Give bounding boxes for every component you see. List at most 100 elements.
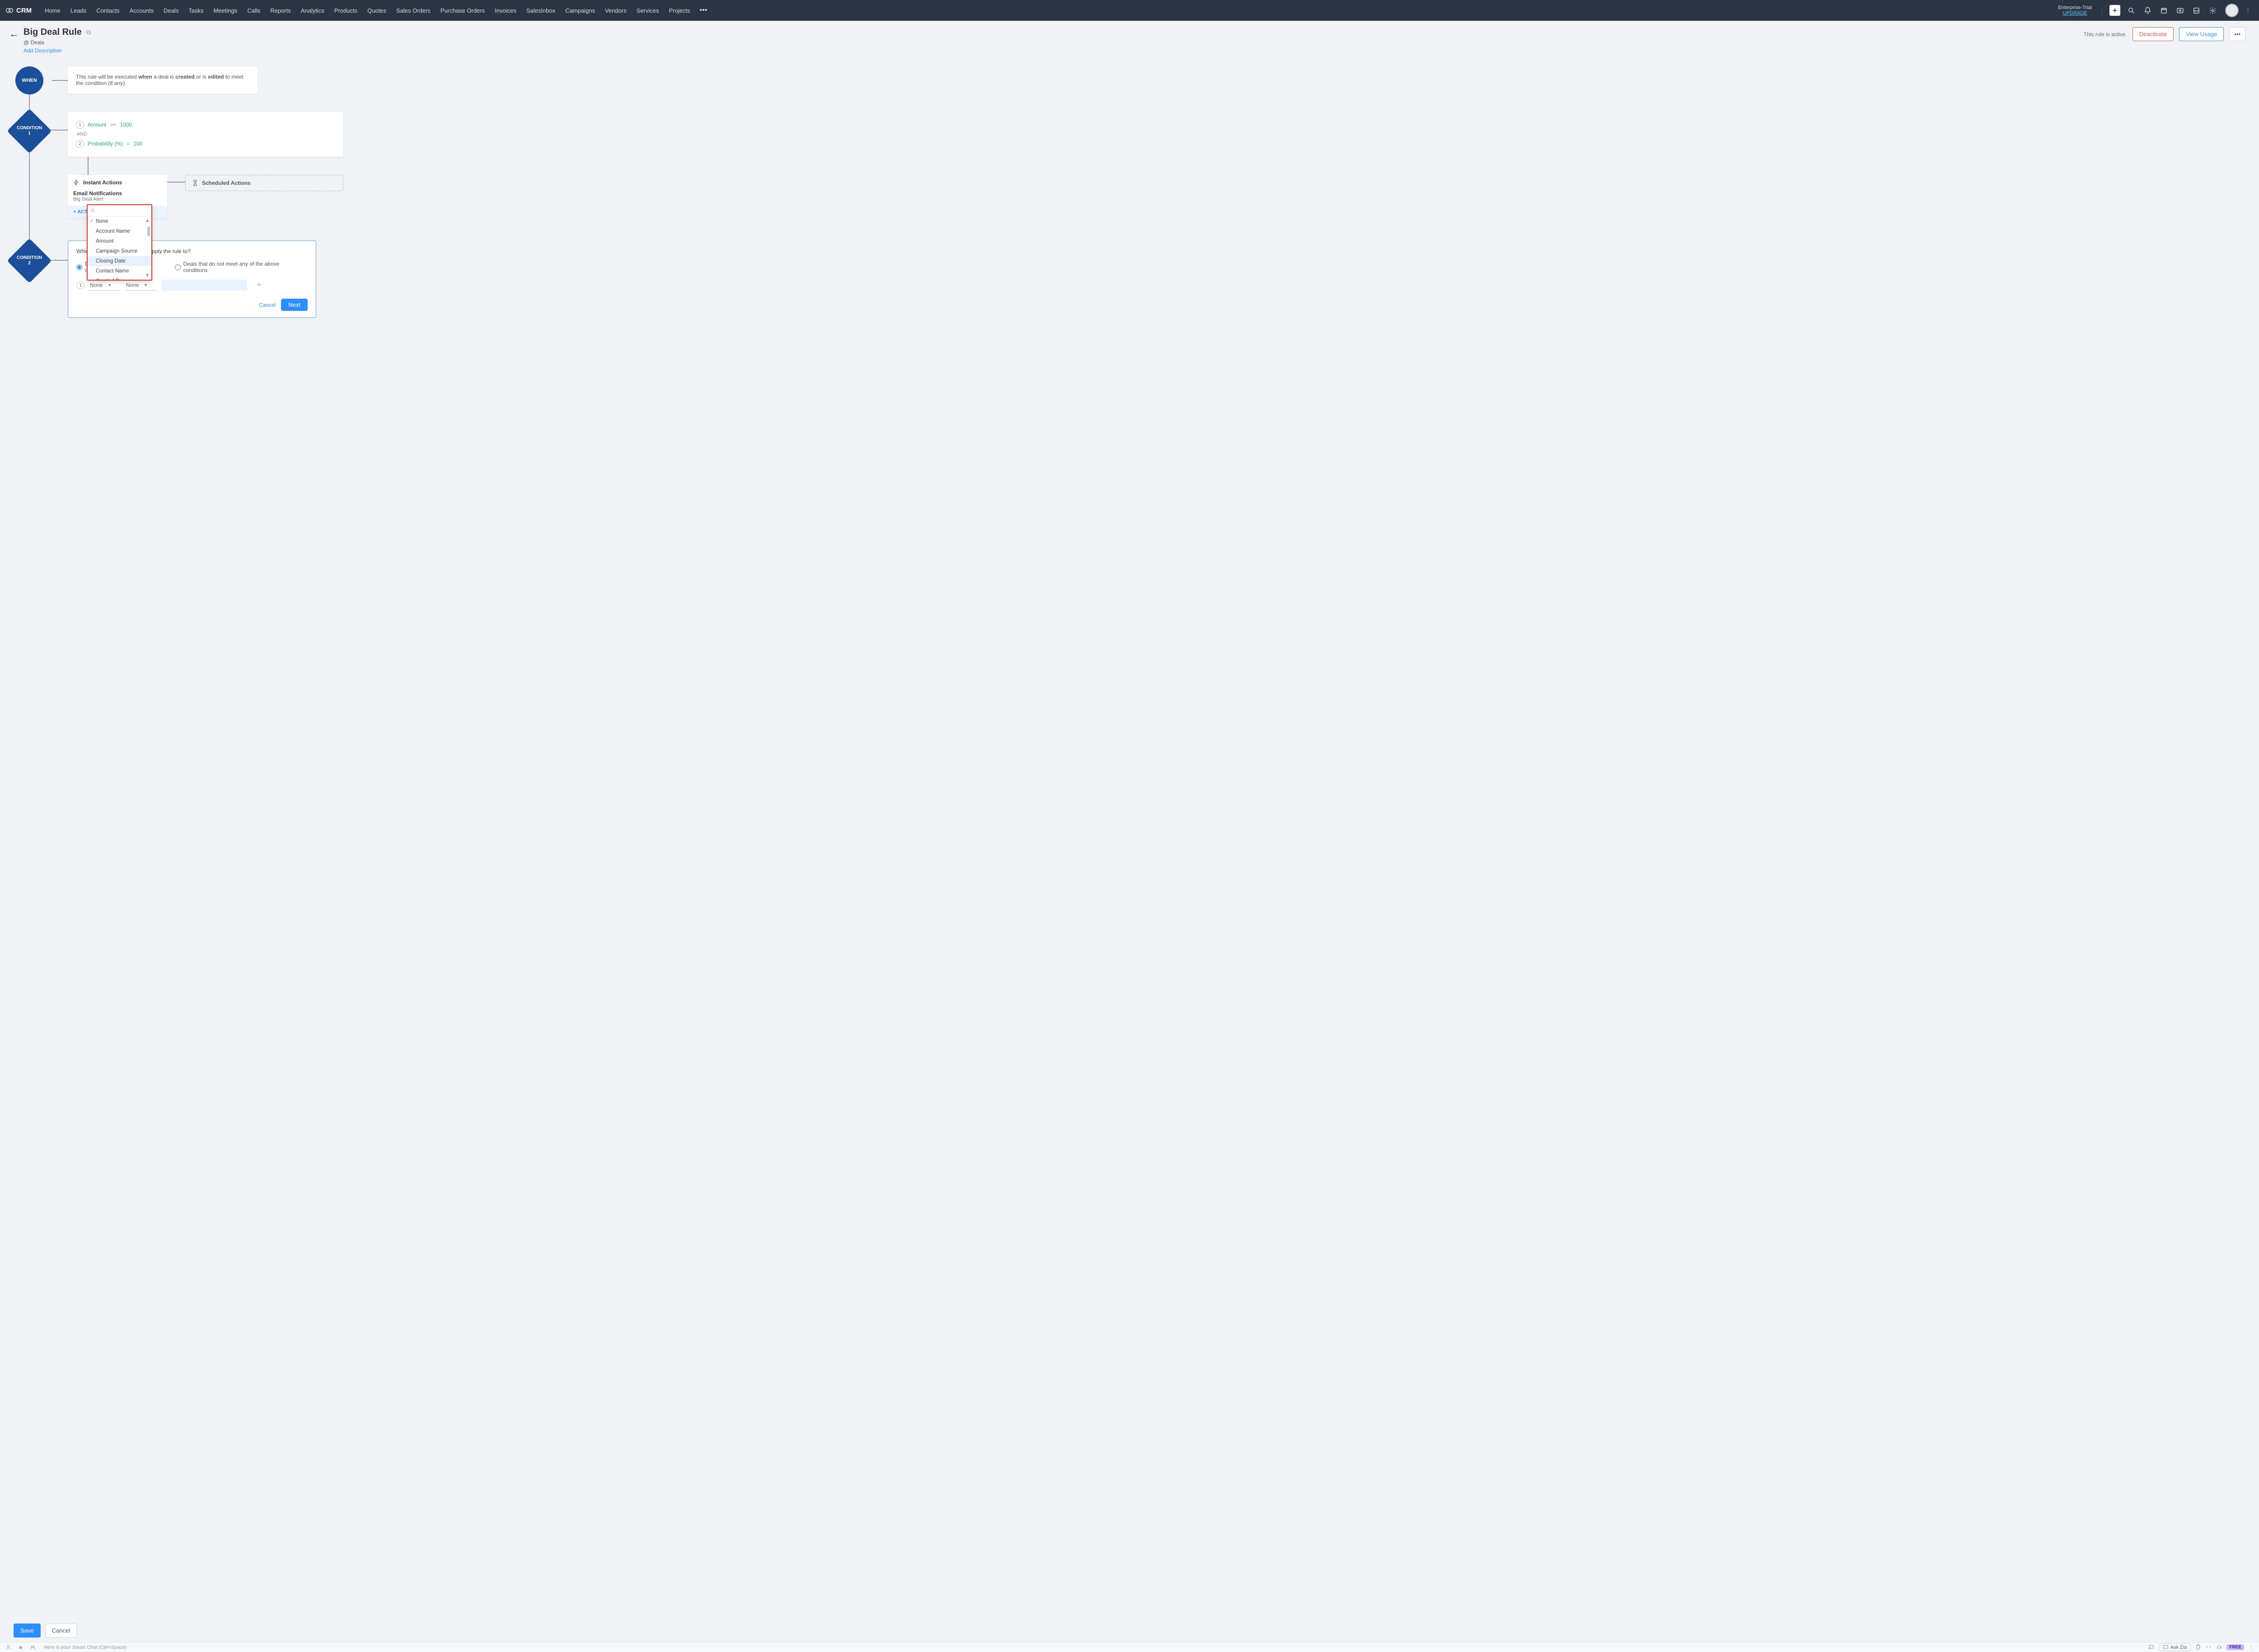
ask-zia-button[interactable]: Ask Zia — [2159, 1643, 2191, 1651]
person-icon[interactable] — [5, 1644, 11, 1650]
dropdown-item-label: Created By — [96, 278, 122, 280]
nav-item-leads[interactable]: Leads — [66, 0, 91, 21]
dropdown-item-created-by[interactable]: Created By — [88, 276, 151, 280]
radio-notmeet-input[interactable] — [175, 264, 181, 270]
dropdown-item-account-name[interactable]: Account Name — [88, 226, 151, 236]
add-description-link[interactable]: Add Description — [23, 47, 91, 54]
nav-item-accounts[interactable]: Accounts — [125, 0, 159, 21]
radio-notmeet[interactable]: Deals that do not meet any of the above … — [175, 261, 295, 273]
status-icons-left — [5, 1644, 36, 1650]
arrows-icon[interactable] — [2206, 1644, 2212, 1650]
cond1-label1: CONDITION — [17, 126, 42, 131]
dropdown-item-closing-date[interactable]: Closing Date — [88, 256, 151, 266]
calendar-icon[interactable] — [2157, 4, 2170, 17]
radio-notmeet-label: Deals that do not meet any of the above … — [183, 261, 295, 273]
chat-icon[interactable] — [2148, 1644, 2154, 1650]
headset-icon[interactable] — [2216, 1644, 2222, 1650]
nav-item-reports[interactable]: Reports — [265, 0, 296, 21]
workflow-canvas: WHEN This rule will be executed when a d… — [14, 62, 2245, 333]
instant-title: Instant Actions — [83, 179, 122, 186]
gear-icon[interactable] — [2206, 4, 2219, 17]
view-usage-button[interactable]: View Usage — [2179, 27, 2224, 41]
topbar-left: CRM HomeLeadsContactsAccountsDealsTasksM… — [5, 0, 712, 21]
cond-field: Probability (%) — [88, 141, 123, 147]
dropdown-item-label: Closing Date — [96, 258, 126, 264]
nav-item-products[interactable]: Products — [329, 0, 362, 21]
nav-item-tasks[interactable]: Tasks — [183, 0, 208, 21]
topbar-kebab-icon[interactable]: ⋮ — [2242, 7, 2254, 14]
nav-item-calls[interactable]: Calls — [242, 0, 265, 21]
nav-item-sales-orders[interactable]: Sales Orders — [391, 0, 436, 21]
cancel-button[interactable]: Cancel — [45, 1624, 77, 1638]
statusbar-kebab-icon[interactable]: ⋮ — [2249, 1644, 2254, 1650]
add-button[interactable] — [2109, 4, 2121, 17]
nav-item-quotes[interactable]: Quotes — [362, 0, 391, 21]
cond2-next-button[interactable]: Next — [281, 299, 308, 311]
header-more-button[interactable]: ••• — [2229, 27, 2245, 41]
when-mid1: a deal is — [152, 74, 175, 80]
module-line: @ Deals — [23, 39, 91, 46]
nav-item-projects[interactable]: Projects — [664, 0, 695, 21]
group-icon[interactable] — [30, 1644, 36, 1650]
instant-sub1: Email Notifications — [73, 190, 162, 197]
criteria-op-select[interactable]: None ▼ — [125, 280, 157, 291]
nav-more-icon[interactable]: ••• — [695, 6, 712, 14]
module-prefix: @ — [23, 39, 29, 46]
nav-item-deals[interactable]: Deals — [159, 0, 183, 21]
dropdown-item-amount[interactable]: Amount — [88, 236, 151, 246]
nav-item-meetings[interactable]: Meetings — [209, 0, 243, 21]
title-block: Big Deal Rule ⧉ @ Deals Add Description — [23, 27, 91, 54]
when-node[interactable]: WHEN — [15, 66, 43, 94]
dropdown-item-campaign-source[interactable]: Campaign Source — [88, 246, 151, 256]
condition1-node[interactable]: CONDITION1 — [7, 109, 52, 154]
popout-icon[interactable]: ⧉ — [86, 28, 91, 36]
connector-line — [167, 182, 185, 183]
add-criteria-icon[interactable]: + — [257, 281, 261, 289]
dropdown-list: ▲ ▼ ✓NoneAccount NameAmountCampaign Sour… — [88, 216, 151, 280]
lightning-icon — [73, 179, 80, 186]
criteria-value-input[interactable] — [161, 280, 247, 291]
cond2-cancel-link[interactable]: Cancel — [259, 302, 276, 308]
cond1-row-1: 1 Amount >= 1000 — [76, 121, 335, 129]
nav-item-contacts[interactable]: Contacts — [91, 0, 124, 21]
search-icon[interactable] — [2125, 4, 2137, 17]
free-badge[interactable]: FREE — [2226, 1644, 2244, 1650]
back-arrow-icon[interactable]: ← — [9, 28, 19, 40]
brand-logo-icon — [5, 6, 14, 14]
radio-matching-input[interactable] — [76, 264, 82, 270]
dropdown-item-label: Account Name — [96, 229, 130, 234]
nav-item-salesinbox[interactable]: SalesInbox — [521, 0, 560, 21]
dropdown-search-input[interactable] — [95, 207, 149, 214]
when-card[interactable]: This rule will be executed when a deal i… — [68, 66, 258, 94]
deactivate-button[interactable]: Deactivate — [2132, 27, 2174, 41]
title-row: Big Deal Rule ⧉ — [23, 27, 91, 38]
nav-item-invoices[interactable]: Invoices — [490, 0, 521, 21]
bell-icon[interactable] — [2141, 4, 2154, 17]
dropdown-item-none[interactable]: ✓None — [88, 216, 151, 226]
nav-item-campaigns[interactable]: Campaigns — [560, 0, 600, 21]
criteria-field-select[interactable]: None ▼ — [89, 280, 121, 291]
nav-item-vendors[interactable]: Vendors — [600, 0, 632, 21]
clock-icon[interactable] — [2174, 4, 2186, 17]
cond1-row-2: 2 Probability (%) = 100 — [76, 140, 335, 148]
save-button[interactable]: Save — [14, 1624, 41, 1638]
cond-val: 1000 — [120, 122, 132, 128]
topbar-right: Enterprise-Trial UPGRADE ⋮ — [2058, 4, 2254, 17]
nav-item-purchase-orders[interactable]: Purchase Orders — [436, 0, 490, 21]
dropdown-item-contact-name[interactable]: Contact Name — [88, 266, 151, 276]
clipboard-icon[interactable] — [2195, 1644, 2201, 1650]
bot-icon[interactable] — [18, 1644, 23, 1650]
upgrade-link[interactable]: UPGRADE — [2058, 10, 2092, 16]
condition1-card[interactable]: 1 Amount >= 1000 AND 2 Probability (%) =… — [68, 112, 343, 157]
nav-item-services[interactable]: Services — [632, 0, 664, 21]
cond-op: = — [127, 141, 130, 147]
page-title: Big Deal Rule — [23, 27, 82, 38]
nav-item-analytics[interactable]: Analytics — [296, 0, 329, 21]
status-bar: Here is your Smart Chat (Ctrl+Space) Ask… — [0, 1642, 2259, 1652]
nav-item-home[interactable]: Home — [40, 0, 66, 21]
condition2-node[interactable]: CONDITION2 — [7, 239, 52, 283]
drawer-icon[interactable] — [2190, 4, 2203, 17]
smart-chat-hint[interactable]: Here is your Smart Chat (Ctrl+Space) — [44, 1645, 127, 1650]
scheduled-actions-card[interactable]: Scheduled Actions — [185, 175, 343, 191]
avatar[interactable] — [2225, 4, 2239, 17]
